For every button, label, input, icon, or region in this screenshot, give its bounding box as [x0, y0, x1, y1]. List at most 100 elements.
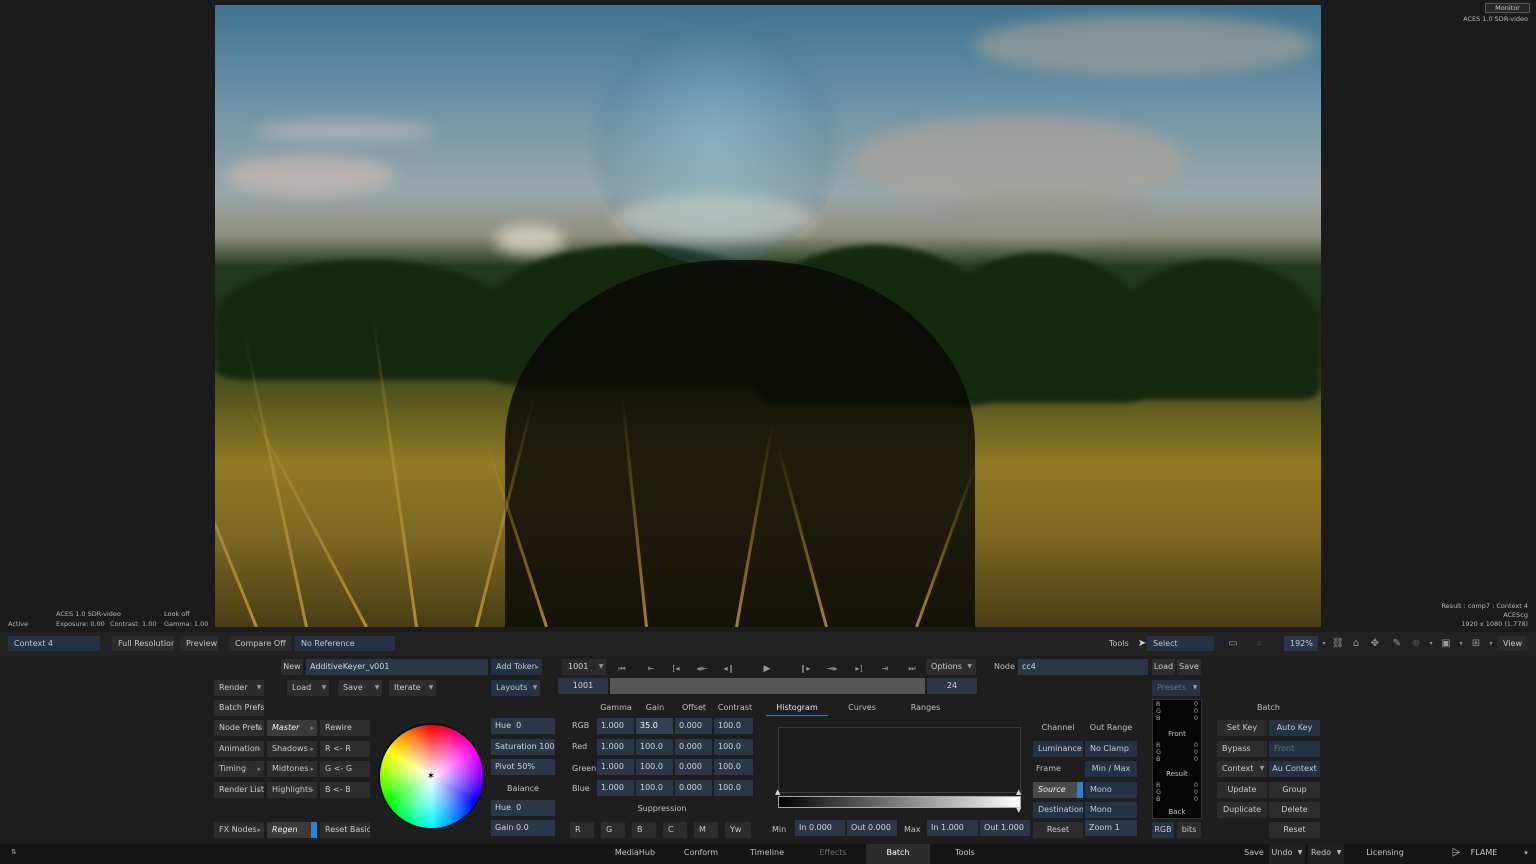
frame-rect-icon[interactable]: ▭: [1225, 636, 1241, 652]
undo-button[interactable]: Undo: [1269, 844, 1295, 864]
highlights-range-button[interactable]: Highlights: [267, 782, 317, 798]
load-dropdown[interactable]: ▼: [319, 680, 329, 696]
play-icon[interactable]: ▶: [759, 661, 775, 677]
current-frame-field[interactable]: 1001: [562, 659, 596, 675]
shadows-range-button[interactable]: Shadows: [267, 741, 317, 757]
blue-contrast-field[interactable]: 100.0: [714, 780, 753, 796]
auto-key-button[interactable]: Auto Key: [1269, 720, 1320, 736]
timeline-bar[interactable]: [610, 678, 925, 694]
histogram-reset-button[interactable]: Reset: [1033, 822, 1083, 838]
suppress-yw-button[interactable]: Yw: [725, 822, 751, 838]
step-forward-icon[interactable]: ⇥▸: [824, 661, 840, 677]
presets-button[interactable]: Presets: [1152, 680, 1190, 696]
red-contrast-field[interactable]: 100.0: [714, 739, 753, 755]
master-range-button[interactable]: Master: [267, 720, 317, 736]
layouts-dropdown[interactable]: ▼: [530, 680, 540, 696]
zoom-field-histogram[interactable]: Zoom 1: [1085, 820, 1137, 836]
max-handle-icon[interactable]: ▲: [1016, 789, 1024, 796]
rgb-readout-button[interactable]: RGB: [1152, 822, 1174, 838]
next-keyframe-icon[interactable]: ⇥: [877, 661, 893, 677]
mono-source-button[interactable]: Mono: [1085, 782, 1137, 798]
suppress-g-button[interactable]: G: [601, 822, 625, 838]
rgb-contrast-field[interactable]: 100.0: [714, 718, 753, 734]
node-load-button[interactable]: Load: [1152, 659, 1175, 675]
green-gamma-field[interactable]: 1.000: [597, 759, 634, 775]
delete-button[interactable]: Delete: [1269, 802, 1320, 818]
reference-selector[interactable]: No Reference: [295, 636, 395, 651]
rewire-button[interactable]: Rewire: [320, 720, 370, 736]
tab-tools[interactable]: Tools: [936, 844, 994, 864]
luminance-button[interactable]: Luminance: [1033, 741, 1083, 757]
node-prefs-button[interactable]: Node Prefs: [214, 720, 264, 736]
blue-gamma-field[interactable]: 1.000: [597, 780, 634, 796]
update-button[interactable]: Update: [1217, 782, 1267, 798]
tab-batch[interactable]: Batch: [866, 844, 930, 864]
iterate-dropdown[interactable]: ▼: [426, 680, 436, 696]
saturation-field[interactable]: Saturation 100: [491, 739, 555, 755]
balance-hue-field[interactable]: Hue 0: [491, 800, 555, 816]
mono-destination-button[interactable]: Mono: [1085, 802, 1137, 818]
crosshair-icon[interactable]: ⊕: [1408, 636, 1424, 652]
red-offset-field[interactable]: 0.000: [675, 739, 712, 755]
r-from-r-button[interactable]: R <- R: [320, 741, 370, 757]
menu-icon[interactable]: ▾: [1520, 844, 1532, 864]
min-out-field[interactable]: Out 0.000: [847, 820, 897, 836]
save-dropdown[interactable]: ▼: [372, 680, 382, 696]
g-from-g-button[interactable]: G <- G: [320, 761, 370, 777]
iterate-button[interactable]: Iterate: [389, 680, 426, 696]
save-setup-button[interactable]: Save: [1238, 844, 1270, 864]
duplicate-button[interactable]: Duplicate: [1217, 802, 1267, 818]
blue-offset-field[interactable]: 0.000: [675, 780, 712, 796]
destination-button[interactable]: Destination: [1033, 802, 1083, 818]
save-button[interactable]: Save: [338, 680, 372, 696]
tab-timeline[interactable]: Timeline: [738, 844, 796, 864]
source-button[interactable]: Source: [1033, 782, 1077, 798]
max-in-field[interactable]: In 1.000: [927, 820, 978, 836]
rgb-offset-field[interactable]: 0.000: [675, 718, 712, 734]
tab-conform[interactable]: Conform: [672, 844, 730, 864]
compare-button[interactable]: Compare Off: [229, 636, 291, 651]
prev-keyframe-icon[interactable]: ⇤: [643, 661, 659, 677]
suppress-r-button[interactable]: R: [570, 822, 594, 838]
render-button[interactable]: Render: [214, 680, 254, 696]
full-resolution-button[interactable]: Full Resolution: [112, 636, 174, 651]
out-point-icon[interactable]: ▸]: [851, 661, 867, 677]
select-tool-selector[interactable]: Select: [1147, 636, 1214, 651]
no-clamp-button[interactable]: No Clamp: [1085, 741, 1137, 757]
context-selector[interactable]: Context 4: [8, 636, 100, 651]
green-offset-field[interactable]: 0.000: [675, 759, 712, 775]
hue-field[interactable]: Hue 0: [491, 718, 555, 734]
fx-nodes-button[interactable]: FX Nodes: [214, 822, 264, 838]
start-frame-field[interactable]: 1001: [558, 678, 608, 694]
suppress-b-button[interactable]: B: [632, 822, 656, 838]
node-name-field[interactable]: cc4: [1018, 659, 1148, 675]
home-icon[interactable]: ⌂: [1348, 636, 1364, 652]
monitor-button[interactable]: Monitor: [1485, 3, 1530, 13]
goto-start-icon[interactable]: ⏮: [614, 661, 630, 677]
min-max-button[interactable]: Min / Max: [1085, 761, 1137, 777]
add-token-button[interactable]: Add Token: [491, 659, 542, 675]
red-gamma-field[interactable]: 1.000: [597, 739, 634, 755]
viewer-image[interactable]: [215, 5, 1321, 627]
display-dropdown-icon[interactable]: ▾: [1453, 636, 1469, 652]
histogram-gradient-bar[interactable]: [778, 796, 1021, 808]
view-menu-button[interactable]: View: [1497, 636, 1527, 651]
b-from-b-button[interactable]: B <- B: [320, 782, 370, 798]
load-button[interactable]: Load: [287, 680, 319, 696]
move-icon[interactable]: ✥: [1367, 636, 1383, 652]
link-icon[interactable]: ⛓: [1330, 636, 1346, 652]
search-icon[interactable]: ⌕: [1251, 636, 1267, 652]
eyedropper-icon[interactable]: ✎: [1389, 636, 1405, 652]
tab-curves[interactable]: Curves: [836, 700, 888, 716]
options-button[interactable]: Options ▼: [926, 659, 976, 675]
histogram-graph[interactable]: [778, 727, 1021, 793]
licensing-button[interactable]: Licensing: [1362, 844, 1408, 864]
rgb-gain-field[interactable]: 35.0: [636, 718, 673, 734]
setup-name-field[interactable]: AdditiveKeyer_v001: [306, 659, 488, 675]
new-setup-button[interactable]: New: [281, 659, 303, 675]
red-gain-field[interactable]: 100.0: [636, 739, 673, 755]
bypass-button[interactable]: Bypass: [1217, 741, 1267, 757]
front-selector[interactable]: Front: [1269, 741, 1320, 757]
sort-icon[interactable]: ⇅: [11, 848, 17, 856]
blue-gain-field[interactable]: 100.0: [636, 780, 673, 796]
